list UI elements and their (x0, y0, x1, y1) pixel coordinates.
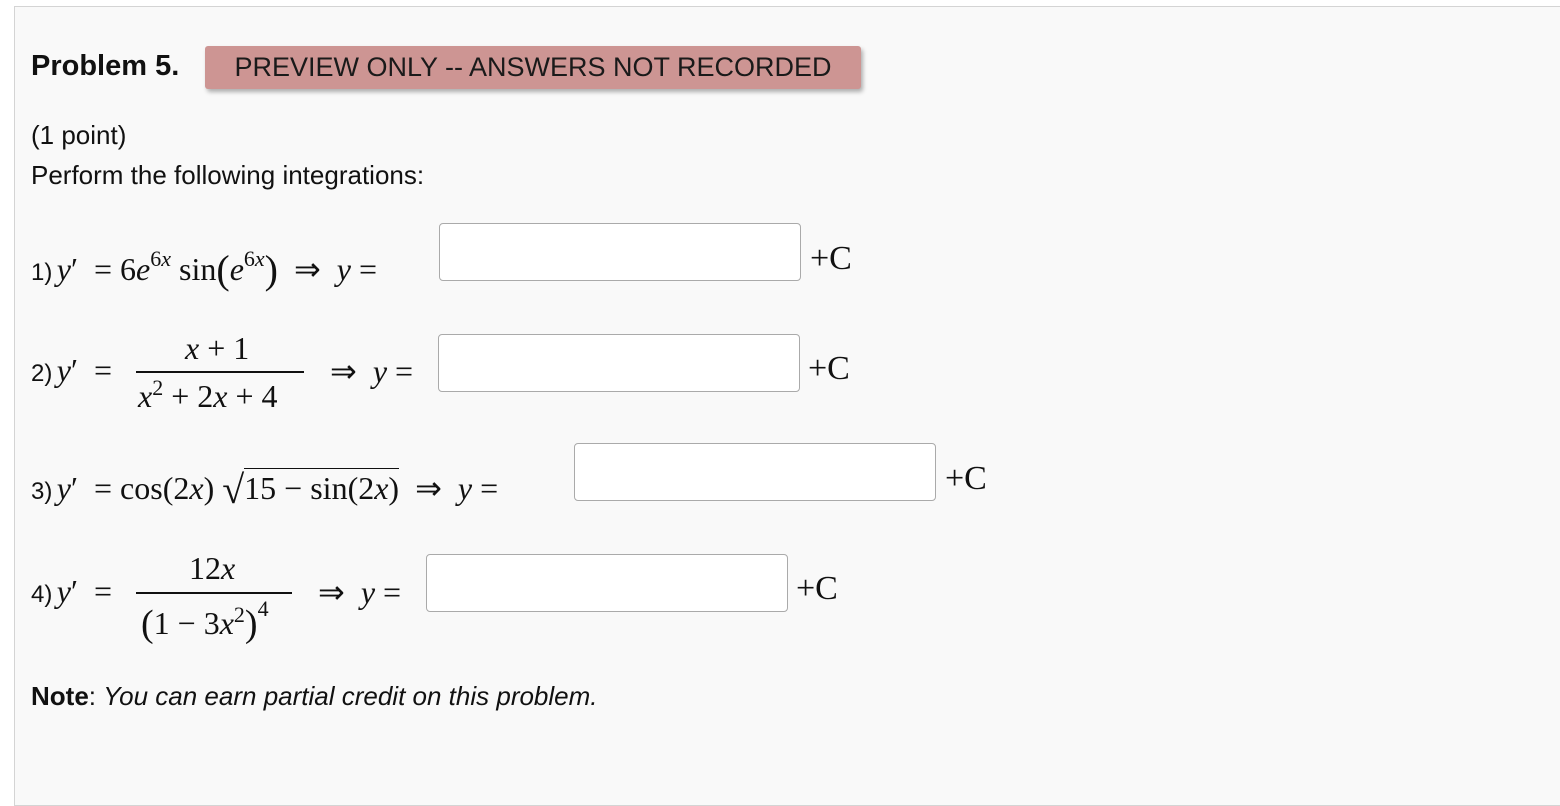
note-label: Note (31, 681, 89, 711)
partial-credit-note: Note: You can earn partial credit on thi… (31, 681, 598, 711)
problem-title: Problem 5. (31, 50, 180, 82)
plus-c-label: +C (810, 240, 852, 277)
plus-c-label: +C (796, 570, 838, 607)
item-number: 1) (31, 259, 53, 286)
math-expression: y′ = (56, 352, 113, 388)
fraction-numerator: 12x (189, 550, 236, 586)
fraction-bar (136, 592, 292, 594)
implies-y-equals: ⇒ y = (318, 574, 402, 610)
math-expression: y′ = (56, 573, 113, 609)
answer-input-1[interactable] (439, 223, 801, 281)
math-expression: y′ = 6e6x sin(e6x) ⇒ y = (56, 246, 378, 292)
instructions-text: Perform the following integrations: (31, 160, 425, 190)
item-number: 4) (31, 581, 53, 608)
answer-input-3[interactable] (574, 443, 936, 501)
points-label: (1 point) (31, 120, 127, 150)
fraction-numerator: x + 1 (185, 330, 250, 366)
item-1-equation: 1) y′ = 6e6x sin(e6x) ⇒ y = (31, 243, 378, 292)
item-number: 3) (31, 478, 53, 505)
plus-c-label: +C (945, 460, 987, 497)
item-number: 2) (31, 360, 53, 387)
math-expression: y′ = cos(2x) √15 − sin(2x) ⇒ y = (56, 467, 499, 512)
answer-input-4[interactable] (426, 554, 788, 612)
note-text: You can earn partial credit on this prob… (103, 681, 598, 711)
plus-c-label: +C (808, 350, 850, 387)
item-2-lhs: 2) y′ = (31, 352, 112, 389)
answer-input-2[interactable] (438, 334, 800, 392)
fraction-denominator: x2 + 2x + 4 (138, 375, 278, 414)
item-4-lhs: 4) y′ = (31, 573, 112, 610)
preview-banner: PREVIEW ONLY -- ANSWERS NOT RECORDED (205, 46, 861, 89)
fraction-denominator: (1 − 3x2)4 (141, 596, 269, 645)
fraction-bar (136, 371, 304, 373)
item-3-equation: 3) y′ = cos(2x) √15 − sin(2x) ⇒ y = (31, 462, 499, 512)
implies-y-equals: ⇒ y = (330, 353, 414, 389)
